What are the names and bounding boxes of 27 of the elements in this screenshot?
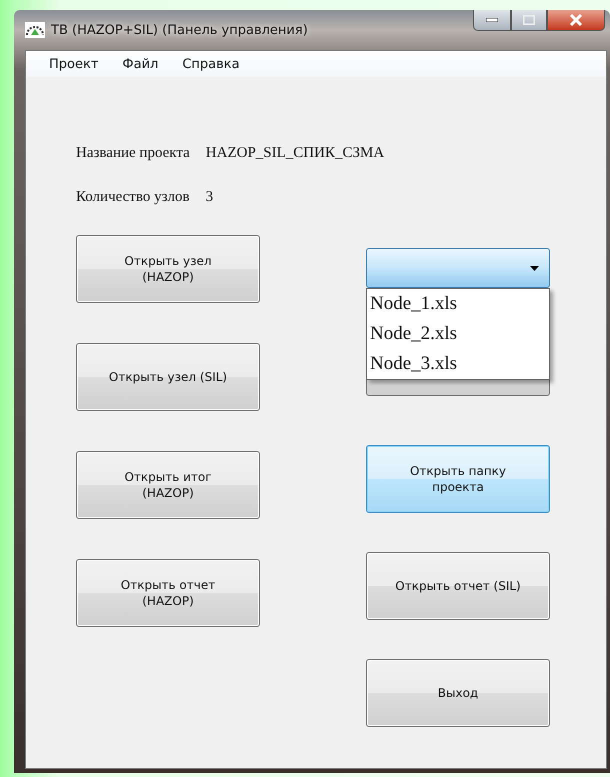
minimize-button[interactable] <box>473 10 511 31</box>
field-value: 3 <box>206 189 214 206</box>
action-button[interactable]: Открыть узел (SIL) <box>76 343 260 411</box>
window-title: ТВ (HAZOP+SIL) (Панель управления) <box>51 22 308 38</box>
action-button[interactable]: Открыть папку проекта <box>366 445 550 513</box>
maximize-icon <box>523 15 535 25</box>
menu-item[interactable]: Файл <box>122 56 158 72</box>
action-button[interactable]: Открыть узел (HAZOP) <box>76 235 260 303</box>
caret-icon <box>530 266 539 270</box>
field-label: Название проекта <box>76 145 190 162</box>
dropdown-option[interactable]: Node_2.xls <box>367 319 549 349</box>
app-icon <box>25 22 45 38</box>
field-value: HAZOP_SIL_СПИК_СЗМА <box>206 145 384 162</box>
action-button[interactable]: Открыть итог (HAZOP) <box>76 451 260 519</box>
menu-item[interactable]: Справка <box>182 56 240 72</box>
dropdown-option[interactable]: Node_1.xls <box>367 289 549 319</box>
minimize-icon <box>486 18 498 22</box>
close-button[interactable] <box>547 10 605 31</box>
action-button[interactable]: Открыть отчет (SIL) <box>366 552 550 620</box>
action-button[interactable]: Выход <box>366 659 550 727</box>
close-icon <box>569 14 583 26</box>
dropdown-option[interactable]: Node_3.xls <box>367 349 549 379</box>
field-label: Количество узлов <box>76 189 190 206</box>
maximize-button[interactable] <box>511 10 547 31</box>
node-dropdown[interactable] <box>366 248 550 288</box>
action-button[interactable]: Открыть отчет (HAZOP) <box>76 559 260 627</box>
menu-item[interactable]: Проект <box>49 56 98 72</box>
